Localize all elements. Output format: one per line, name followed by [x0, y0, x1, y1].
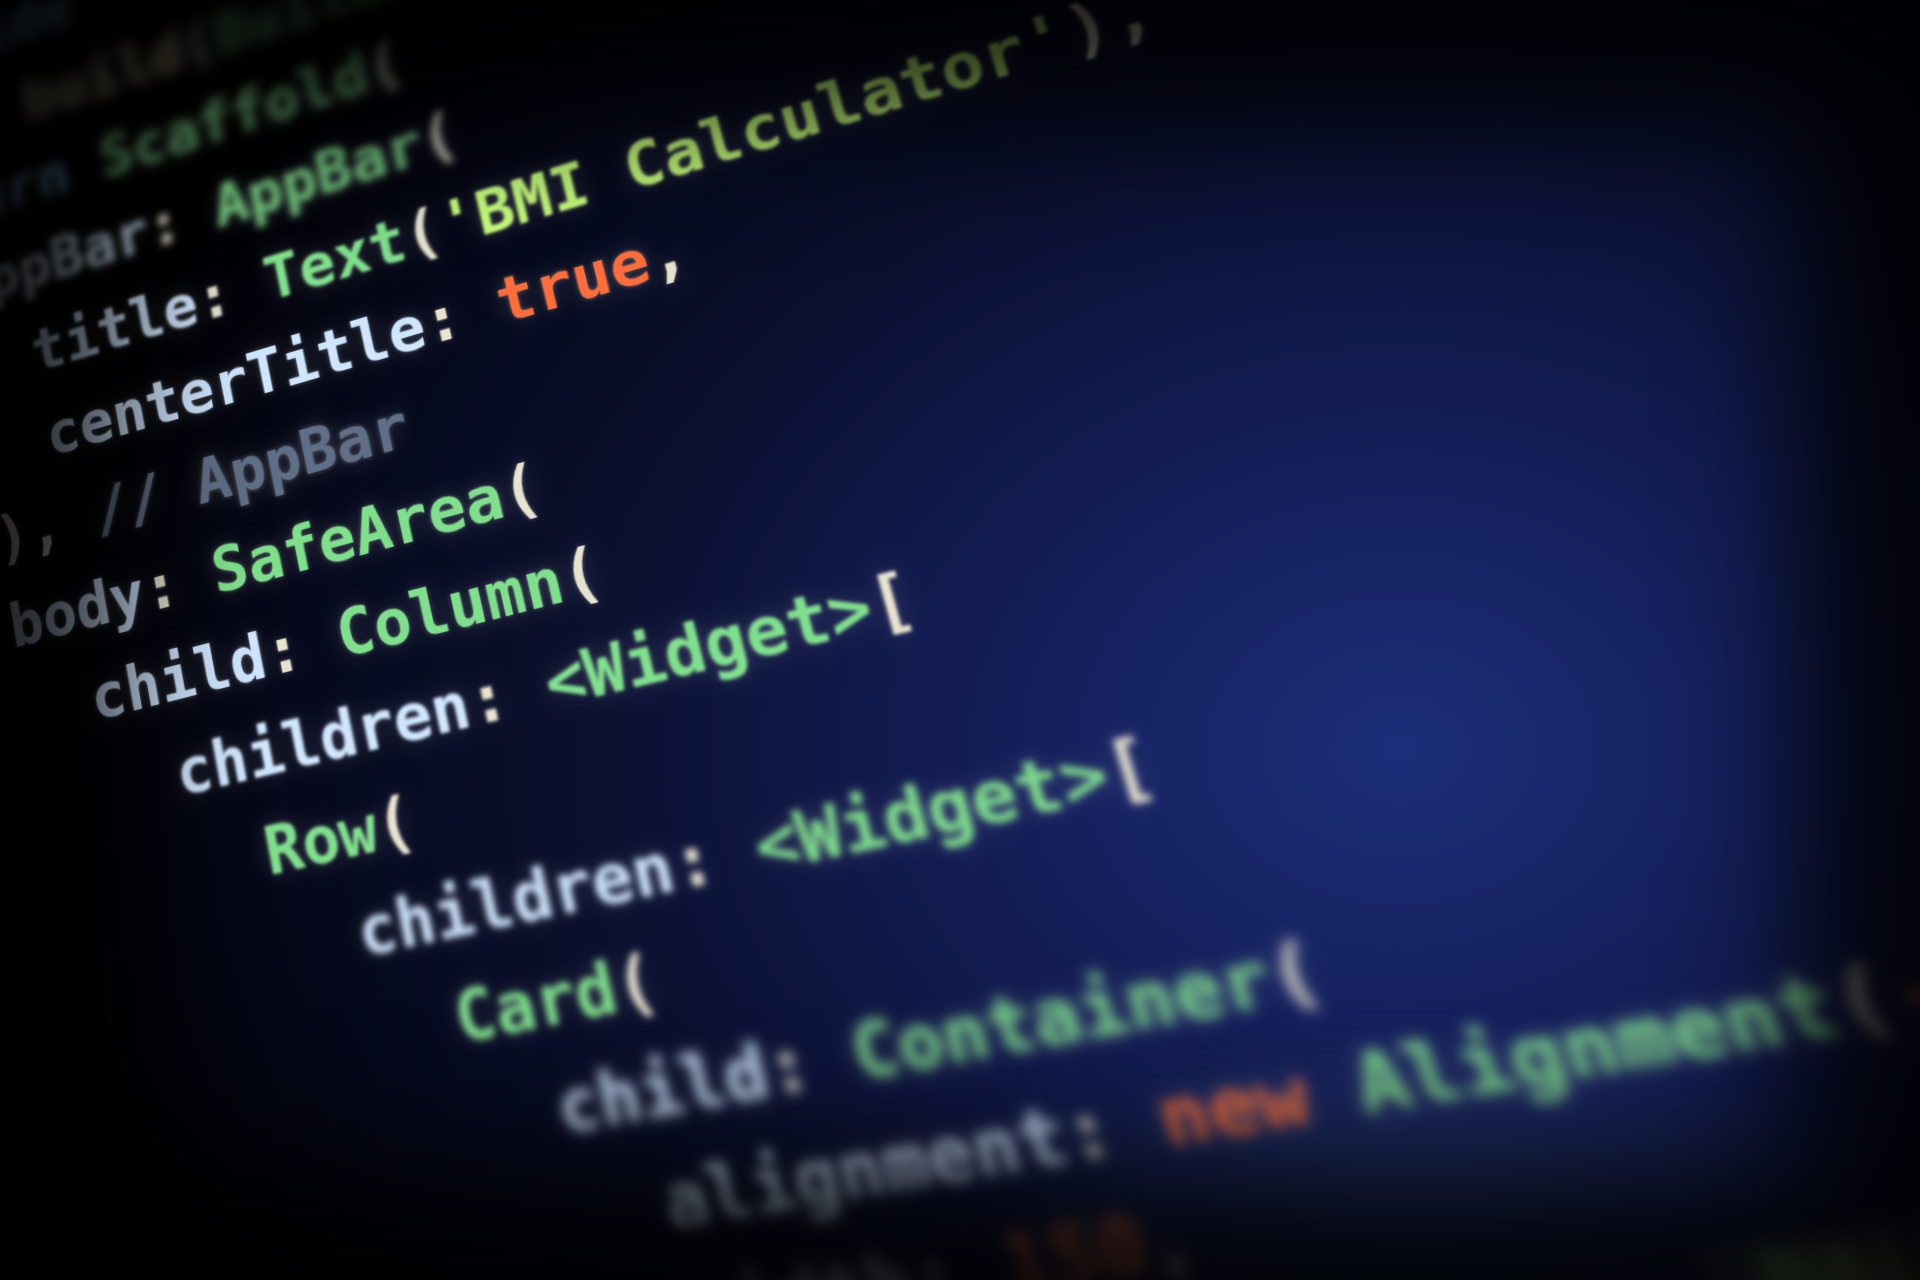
token-ty: Row — [258, 790, 384, 891]
token-pn: ), — [0, 480, 100, 575]
token-nu: new — [1147, 1050, 1321, 1167]
screen-photo: @overrideWidget build(BuildContext conte… — [0, 0, 1920, 1280]
token-ty: Card — [448, 948, 626, 1061]
token-nu: 150 — [992, 1201, 1160, 1280]
token-pn: : — [191, 249, 272, 336]
token-pn: : — [138, 539, 220, 627]
code-block: @overrideWidget build(BuildContext conte… — [0, 0, 1920, 1280]
token-pn: : — [142, 177, 221, 262]
